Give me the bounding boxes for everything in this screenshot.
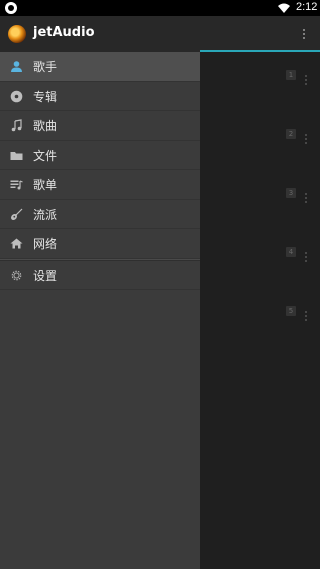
playlist-icon <box>10 180 23 190</box>
drawer-header: jetAudio <box>0 16 200 52</box>
status-time: 2:12 <box>296 1 318 13</box>
item-badge: 5 <box>286 306 296 316</box>
item-badge: 3 <box>286 188 296 198</box>
item-more-icon[interactable] <box>302 190 310 206</box>
jetaudio-logo-icon[interactable] <box>8 25 26 43</box>
overflow-menu-icon[interactable] <box>296 26 312 42</box>
drawer-item-playlists[interactable]: 歌单 <box>0 170 200 200</box>
list-item[interactable]: 2 <box>200 129 320 189</box>
network-home-icon <box>10 238 23 249</box>
item-more-icon[interactable] <box>302 131 310 147</box>
drawer-item-albums[interactable]: 专辑 <box>0 82 200 111</box>
drawer-item-label: 歌手 <box>33 60 58 74</box>
guitar-icon <box>11 208 23 220</box>
drawer-item-network[interactable]: 网络 <box>0 229 200 259</box>
item-more-icon[interactable] <box>302 72 310 88</box>
person-icon <box>11 61 22 72</box>
screen: 2:12 1 2 3 4 5 jetAudio 歌手 专辑 歌曲 文件 歌单 流… <box>0 0 320 569</box>
drawer-item-label: 设置 <box>33 268 58 283</box>
drawer-item-files[interactable]: 文件 <box>0 141 200 170</box>
item-more-icon[interactable] <box>302 308 310 324</box>
app-notification-icon <box>5 2 17 14</box>
drawer-menu: 歌手 专辑 歌曲 文件 歌单 流派 网络 设置 <box>0 52 200 290</box>
list-item[interactable]: 1 <box>200 70 320 130</box>
wifi-icon <box>278 3 290 13</box>
drawer-item-artists[interactable]: 歌手 <box>0 52 200 82</box>
album-disc-icon <box>10 90 23 102</box>
folder-icon <box>10 151 23 160</box>
drawer-item-genres[interactable]: 流派 <box>0 200 200 229</box>
item-more-icon[interactable] <box>302 249 310 265</box>
list-item[interactable]: 4 <box>200 247 320 307</box>
drawer-item-label: 歌曲 <box>33 119 58 133</box>
item-badge: 1 <box>286 70 296 80</box>
drawer-item-label: 文件 <box>33 148 58 163</box>
status-bar: 2:12 <box>0 0 320 16</box>
gear-icon <box>11 270 22 280</box>
drawer-item-label: 流派 <box>33 207 58 222</box>
list-item[interactable]: 3 <box>200 188 320 248</box>
drawer-item-label: 专辑 <box>33 89 58 104</box>
list-item[interactable]: 5 <box>200 306 320 366</box>
item-badge: 2 <box>286 129 296 139</box>
item-badge: 4 <box>286 247 296 257</box>
drawer-item-songs[interactable]: 歌曲 <box>0 111 200 141</box>
drawer-item-label: 歌单 <box>33 178 58 192</box>
drawer-item-label: 网络 <box>33 237 58 251</box>
app-title: jetAudio <box>33 25 95 40</box>
navigation-drawer: jetAudio 歌手 专辑 歌曲 文件 歌单 流派 网络 设置 <box>0 16 200 569</box>
drawer-item-settings[interactable]: 设置 <box>0 261 200 290</box>
music-note-icon <box>11 119 22 132</box>
